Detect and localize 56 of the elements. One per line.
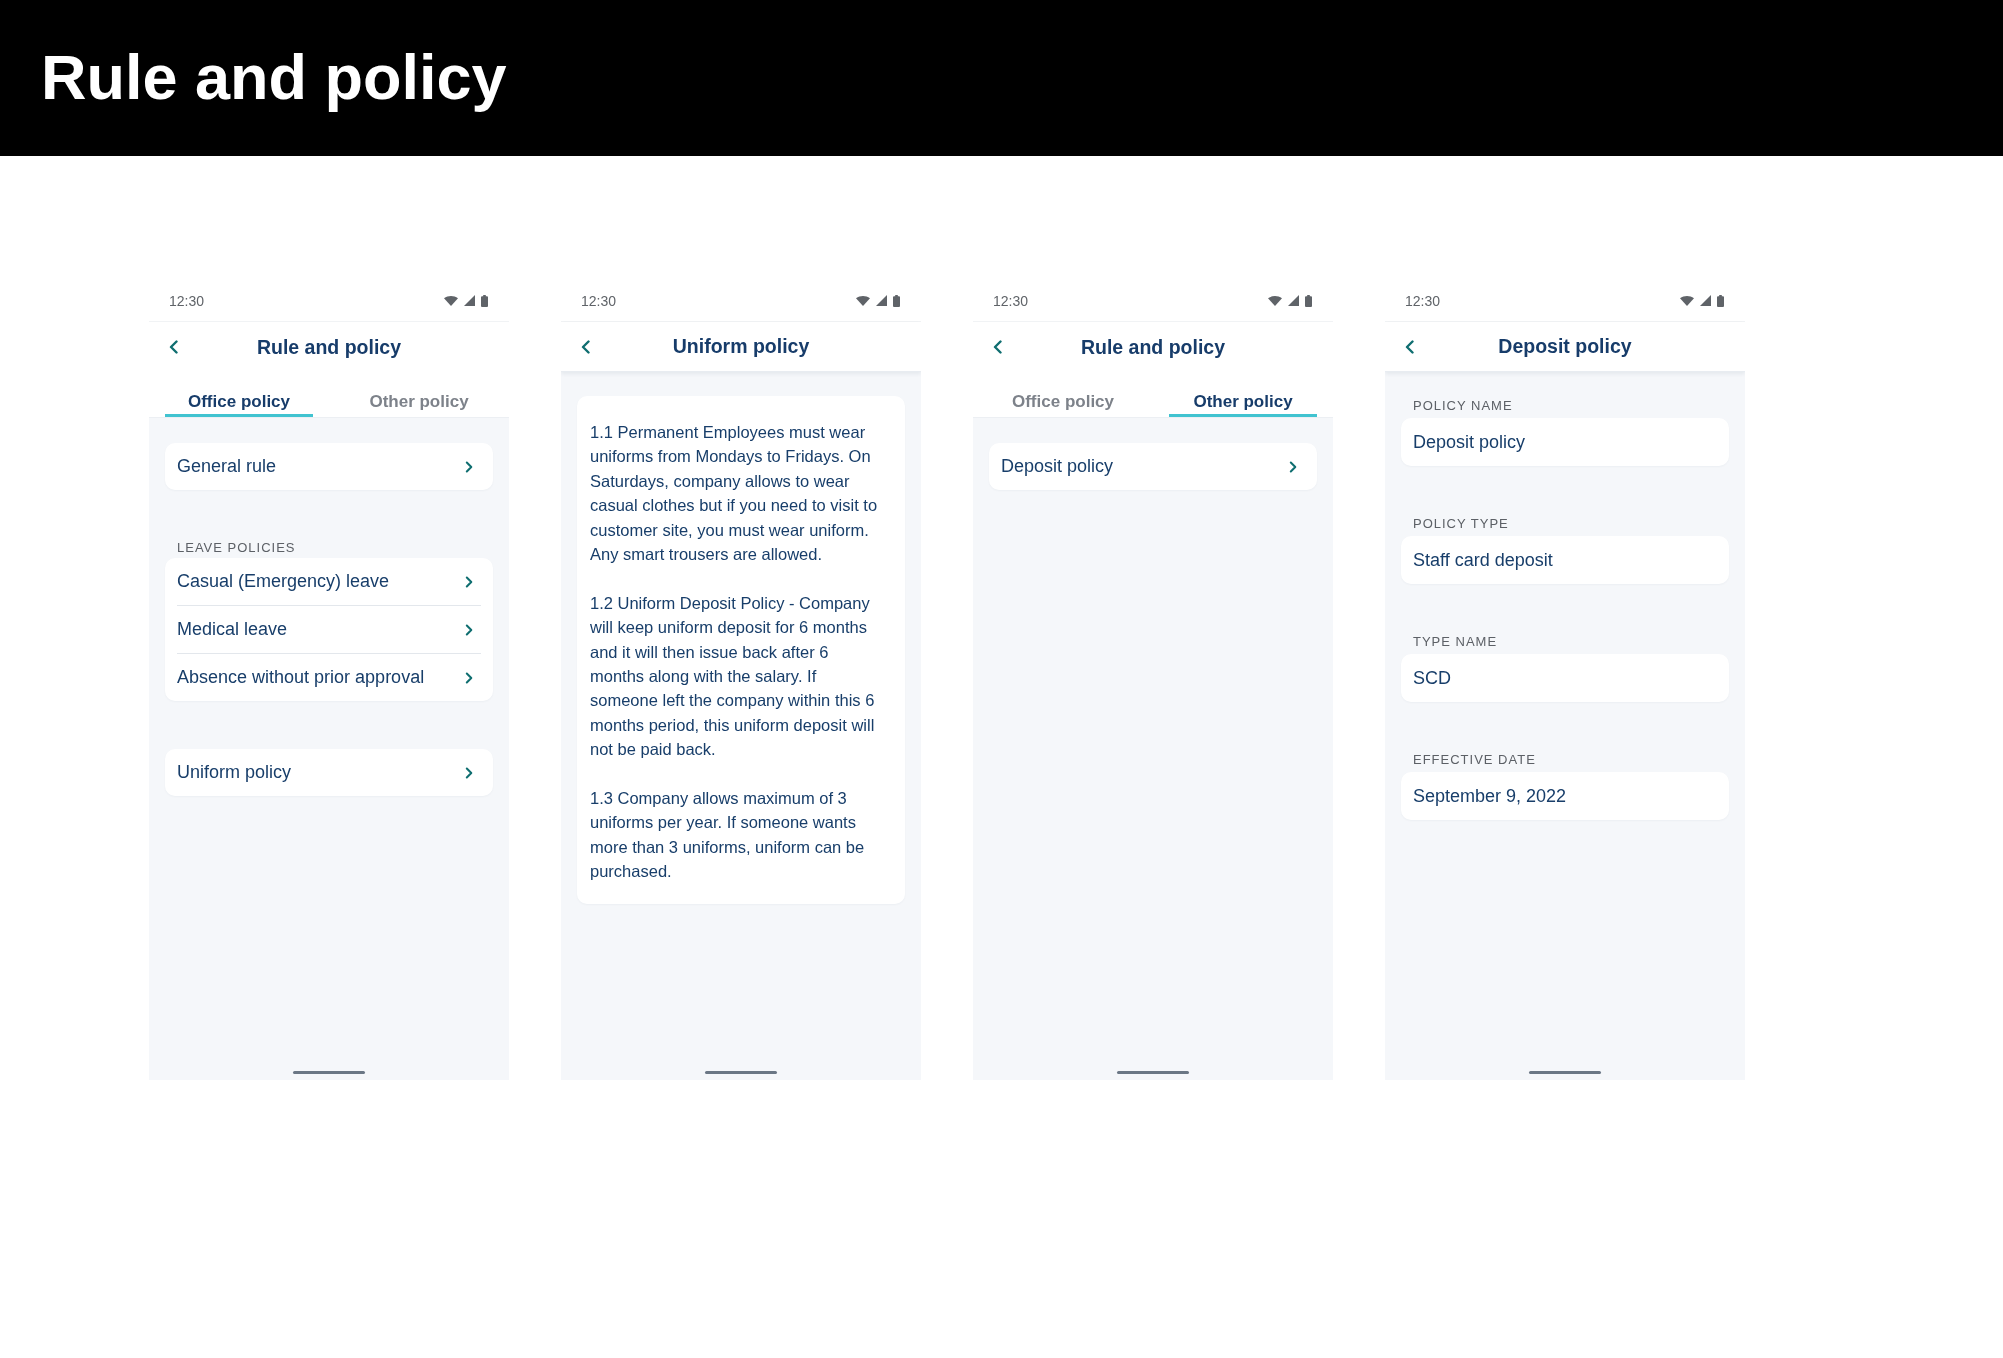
list-item[interactable]: Medical leave — [165, 606, 493, 653]
chevron-right-icon — [465, 460, 473, 473]
home-indicator — [1529, 1071, 1601, 1074]
screen-title: Uniform policy — [671, 335, 811, 358]
wifi-icon — [1680, 295, 1694, 306]
status-time: 12:30 — [993, 292, 1029, 309]
screen-title: Rule and policy — [1079, 335, 1227, 359]
list-item[interactable]: Uniform policy — [165, 749, 493, 796]
status-time: 12:30 — [1405, 292, 1441, 309]
chevron-right-icon — [1289, 460, 1297, 473]
chevron-right-icon — [465, 623, 473, 636]
chevron-right-icon — [465, 671, 473, 684]
tab[interactable]: Other policy — [1169, 372, 1317, 417]
value-field: September 9, 2022 — [1401, 772, 1729, 820]
tab[interactable]: Other policy — [345, 372, 493, 417]
chevron-right-icon — [465, 575, 473, 588]
wifi-icon — [1268, 295, 1282, 306]
field-label: POLICY NAME — [1413, 398, 1514, 414]
field-label: POLICY TYPE — [1413, 516, 1510, 532]
value-field: SCD — [1401, 654, 1729, 702]
signal-icon — [1700, 295, 1711, 306]
wifi-icon — [856, 295, 870, 306]
battery-icon — [1717, 294, 1724, 307]
chevron-left-icon — [1404, 339, 1414, 354]
policy-paragraph: 1.3 Company allows maximum of 3 uniforms per year. If someone wants more than 3 uniforms, uniform can be purchased. — [590, 788, 866, 883]
status-time: 12:30 — [581, 292, 617, 309]
battery-icon — [893, 294, 900, 307]
chevron-left-icon — [992, 340, 1002, 354]
battery-icon — [1305, 294, 1312, 307]
battery-icon — [481, 294, 488, 307]
home-indicator — [705, 1071, 777, 1074]
screen-title: Deposit policy — [1497, 335, 1633, 358]
policy-paragraph: 1.1 Permanent Employees must wear uniforms from Mondays to Fridays. On Saturdays, company allows to wear casual clothes but if you need to visit to customer site, you must wear uniform. Any smart trousers are allowed. — [590, 422, 879, 566]
home-indicator — [1117, 1071, 1189, 1074]
value-field: Staff card deposit — [1401, 536, 1729, 584]
list-item[interactable]: Deposit policy — [989, 443, 1317, 490]
list-item[interactable]: Casual (Emergency) leave — [165, 558, 493, 605]
section-heading: LEAVE POLICIES — [177, 540, 297, 556]
list-item[interactable]: Absence without prior approval — [165, 654, 493, 701]
wifi-icon — [444, 295, 458, 306]
signal-icon — [876, 295, 887, 306]
chevron-right-icon — [465, 766, 473, 779]
field-label: EFFECTIVE DATE — [1413, 752, 1537, 768]
policy-paragraph: 1.2 Uniform Deposit Policy - Company will keep uniform deposit for 6 months and it will then issue back after 6 months along with the salary. If someone left the company within this 6 months period, this uniform deposit will not be paid back. — [590, 592, 876, 761]
tab[interactable]: Office policy — [989, 372, 1137, 417]
chevron-left-icon — [168, 340, 178, 354]
home-indicator — [293, 1071, 365, 1074]
signal-icon — [464, 295, 475, 306]
list-item[interactable]: General rule — [165, 443, 493, 490]
signal-icon — [1288, 295, 1299, 306]
status-time: 12:30 — [169, 292, 205, 309]
chevron-left-icon — [580, 339, 590, 354]
tab[interactable]: Office policy — [165, 372, 313, 417]
screen-title: Rule and policy — [255, 335, 403, 359]
field-label: TYPE NAME — [1413, 634, 1499, 650]
value-field: Deposit policy — [1401, 418, 1729, 466]
